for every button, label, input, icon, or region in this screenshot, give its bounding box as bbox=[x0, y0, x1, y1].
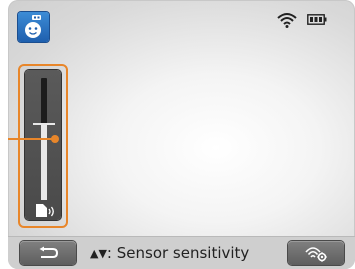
camera-screen: ▲▼: Sensor sensitivity bbox=[8, 0, 355, 269]
instruction-label: : Sensor sensitivity bbox=[106, 244, 250, 262]
sensor-sensitivity-icon bbox=[36, 204, 54, 217]
up-down-arrows-icon: ▲▼ bbox=[90, 247, 107, 260]
callout-line bbox=[8, 138, 52, 140]
back-button[interactable] bbox=[20, 241, 76, 265]
battery-full-icon bbox=[307, 14, 327, 25]
back-arrow-icon bbox=[39, 246, 59, 258]
instruction-text: ▲▼: Sensor sensitivity bbox=[90, 237, 249, 269]
wifi-icon bbox=[277, 13, 297, 28]
sensor-settings-button[interactable] bbox=[288, 241, 344, 265]
sensor-settings-icon bbox=[305, 247, 327, 262]
slider-level bbox=[41, 124, 47, 200]
bottom-bar: ▲▼: Sensor sensitivity bbox=[8, 236, 355, 269]
sensor-sensitivity-slider[interactable] bbox=[25, 70, 61, 220]
baby-face-mode-icon bbox=[18, 12, 49, 42]
slider-handle[interactable] bbox=[33, 123, 55, 126]
sensor-sensitivity-panel bbox=[18, 64, 68, 228]
callout-dot bbox=[51, 135, 59, 143]
